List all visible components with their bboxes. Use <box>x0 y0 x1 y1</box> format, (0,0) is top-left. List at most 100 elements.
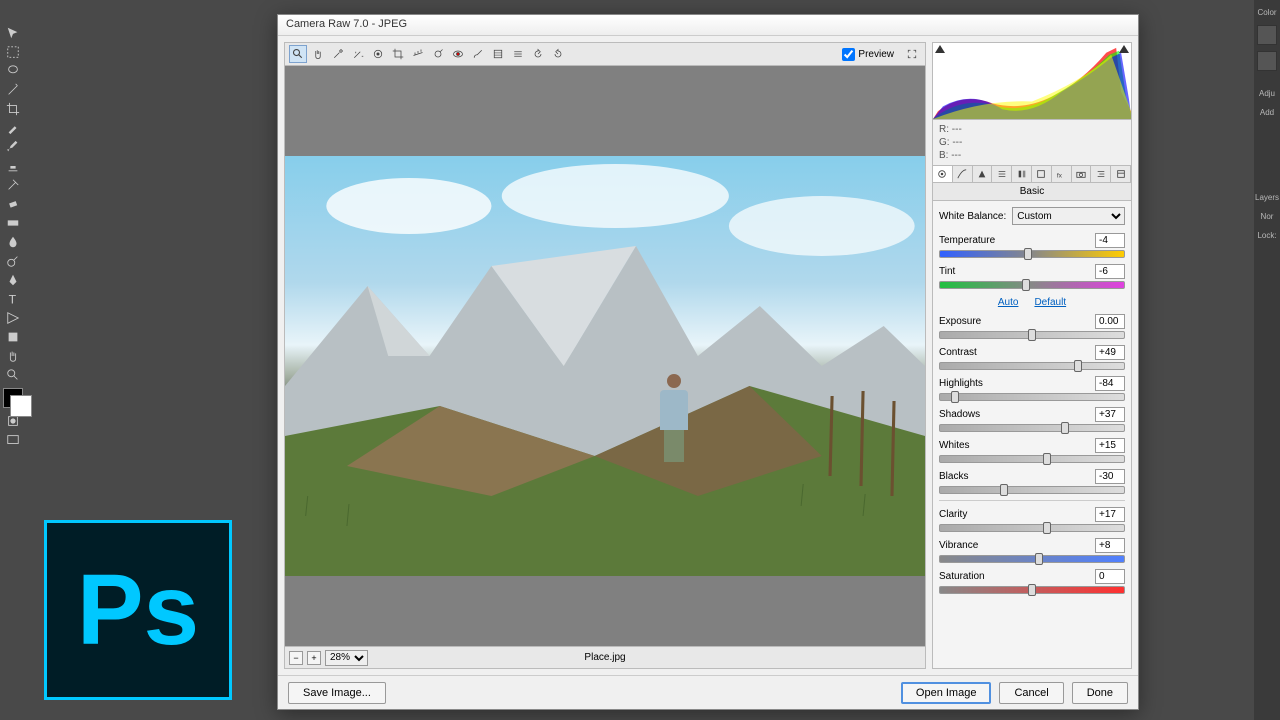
eyedropper-tool-icon[interactable] <box>2 119 24 137</box>
prefs-icon[interactable] <box>509 45 527 63</box>
open-image-button[interactable]: Open Image <box>901 682 992 704</box>
slider-thumb[interactable] <box>1000 484 1008 496</box>
eraser-tool-icon[interactable] <box>2 195 24 213</box>
slider-thumb[interactable] <box>1043 522 1051 534</box>
tab-presets-icon[interactable] <box>1091 166 1111 182</box>
crop-tool-icon[interactable] <box>2 100 24 118</box>
red-eye-icon[interactable] <box>449 45 467 63</box>
fullscreen-icon[interactable] <box>903 45 921 63</box>
slider-thumb[interactable] <box>1028 584 1036 596</box>
layers-panel-label[interactable]: Layers <box>1253 191 1280 204</box>
stamp-tool-icon[interactable] <box>2 157 24 175</box>
marquee-tool-icon[interactable] <box>2 43 24 61</box>
screen-mode-icon[interactable] <box>2 431 24 449</box>
contrast-input[interactable] <box>1095 345 1125 360</box>
lasso-tool-icon[interactable] <box>2 62 24 80</box>
whites-input[interactable] <box>1095 438 1125 453</box>
panel-icon[interactable] <box>1257 51 1277 71</box>
vibrance-track[interactable] <box>939 555 1125 563</box>
zoom-select[interactable]: 28% <box>325 650 368 666</box>
move-tool-icon[interactable] <box>2 24 24 42</box>
zoom-tool-icon[interactable] <box>289 45 307 63</box>
color-panel-label[interactable]: Color <box>1255 6 1278 19</box>
tab-curve-icon[interactable] <box>953 166 973 182</box>
shadows-input[interactable] <box>1095 407 1125 422</box>
preview-canvas[interactable] <box>284 66 926 647</box>
slider-thumb[interactable] <box>1074 360 1082 372</box>
slider-thumb[interactable] <box>951 391 959 403</box>
temperature-input[interactable] <box>1095 233 1125 248</box>
done-button[interactable]: Done <box>1072 682 1128 704</box>
preview-checkbox[interactable] <box>842 48 855 61</box>
highlights-input[interactable] <box>1095 376 1125 391</box>
slider-thumb[interactable] <box>1024 248 1032 260</box>
tab-snapshots-icon[interactable] <box>1111 166 1131 182</box>
dodge-tool-icon[interactable] <box>2 252 24 270</box>
rotate-ccw-icon[interactable] <box>529 45 547 63</box>
tab-split-icon[interactable] <box>1012 166 1032 182</box>
tab-fx-icon[interactable]: fx <box>1052 166 1072 182</box>
whites-track[interactable] <box>939 455 1125 463</box>
normal-label[interactable]: Nor <box>1259 210 1276 223</box>
saturation-input[interactable] <box>1095 569 1125 584</box>
graduated-filter-icon[interactable] <box>489 45 507 63</box>
exposure-input[interactable] <box>1095 314 1125 329</box>
blacks-track[interactable] <box>939 486 1125 494</box>
vibrance-input[interactable] <box>1095 538 1125 553</box>
blur-tool-icon[interactable] <box>2 233 24 251</box>
tab-hsl-icon[interactable] <box>992 166 1012 182</box>
spot-removal-icon[interactable] <box>429 45 447 63</box>
zoom-out-button[interactable]: − <box>289 651 303 665</box>
targeted-adjust-icon[interactable] <box>369 45 387 63</box>
highlight-clip-icon[interactable] <box>1119 45 1129 53</box>
tint-track[interactable] <box>939 281 1125 289</box>
tab-basic-icon[interactable] <box>933 166 953 182</box>
save-image-button[interactable]: Save Image... <box>288 682 386 704</box>
straighten-tool-icon[interactable] <box>409 45 427 63</box>
brush-tool-icon[interactable] <box>2 138 24 156</box>
tab-detail-icon[interactable] <box>973 166 993 182</box>
temperature-track[interactable] <box>939 250 1125 258</box>
hand-tool-icon[interactable] <box>309 45 327 63</box>
shadow-clip-icon[interactable] <box>935 45 945 53</box>
hand-tool-icon[interactable] <box>2 347 24 365</box>
tab-lens-icon[interactable] <box>1032 166 1052 182</box>
type-tool-icon[interactable]: T <box>2 290 24 308</box>
slider-thumb[interactable] <box>1022 279 1030 291</box>
color-sampler-icon[interactable] <box>349 45 367 63</box>
clarity-track[interactable] <box>939 524 1125 532</box>
adjustment-brush-icon[interactable] <box>469 45 487 63</box>
shadows-track[interactable] <box>939 424 1125 432</box>
adjustments-panel-label[interactable]: Adju <box>1257 87 1277 100</box>
history-brush-icon[interactable] <box>2 176 24 194</box>
cancel-button[interactable]: Cancel <box>999 682 1063 704</box>
histogram[interactable] <box>932 42 1132 120</box>
pen-tool-icon[interactable] <box>2 271 24 289</box>
panel-icon[interactable] <box>1257 25 1277 45</box>
auto-link[interactable]: Auto <box>998 297 1019 308</box>
slider-thumb[interactable] <box>1061 422 1069 434</box>
clarity-input[interactable] <box>1095 507 1125 522</box>
tab-camera-icon[interactable] <box>1072 166 1092 182</box>
slider-thumb[interactable] <box>1028 329 1036 341</box>
zoom-in-button[interactable]: + <box>307 651 321 665</box>
color-swatch[interactable] <box>3 388 23 408</box>
contrast-track[interactable] <box>939 362 1125 370</box>
tint-input[interactable] <box>1095 264 1125 279</box>
default-link[interactable]: Default <box>1034 297 1066 308</box>
highlights-track[interactable] <box>939 393 1125 401</box>
zoom-tool-icon[interactable] <box>2 366 24 384</box>
wand-tool-icon[interactable] <box>2 81 24 99</box>
crop-tool-icon[interactable] <box>389 45 407 63</box>
shape-tool-icon[interactable] <box>2 328 24 346</box>
exposure-track[interactable] <box>939 331 1125 339</box>
path-tool-icon[interactable] <box>2 309 24 327</box>
rotate-cw-icon[interactable] <box>549 45 567 63</box>
blacks-input[interactable] <box>1095 469 1125 484</box>
wb-select[interactable]: Custom <box>1012 207 1125 225</box>
saturation-track[interactable] <box>939 586 1125 594</box>
slider-thumb[interactable] <box>1043 453 1051 465</box>
gradient-tool-icon[interactable] <box>2 214 24 232</box>
white-balance-tool-icon[interactable] <box>329 45 347 63</box>
slider-thumb[interactable] <box>1035 553 1043 565</box>
